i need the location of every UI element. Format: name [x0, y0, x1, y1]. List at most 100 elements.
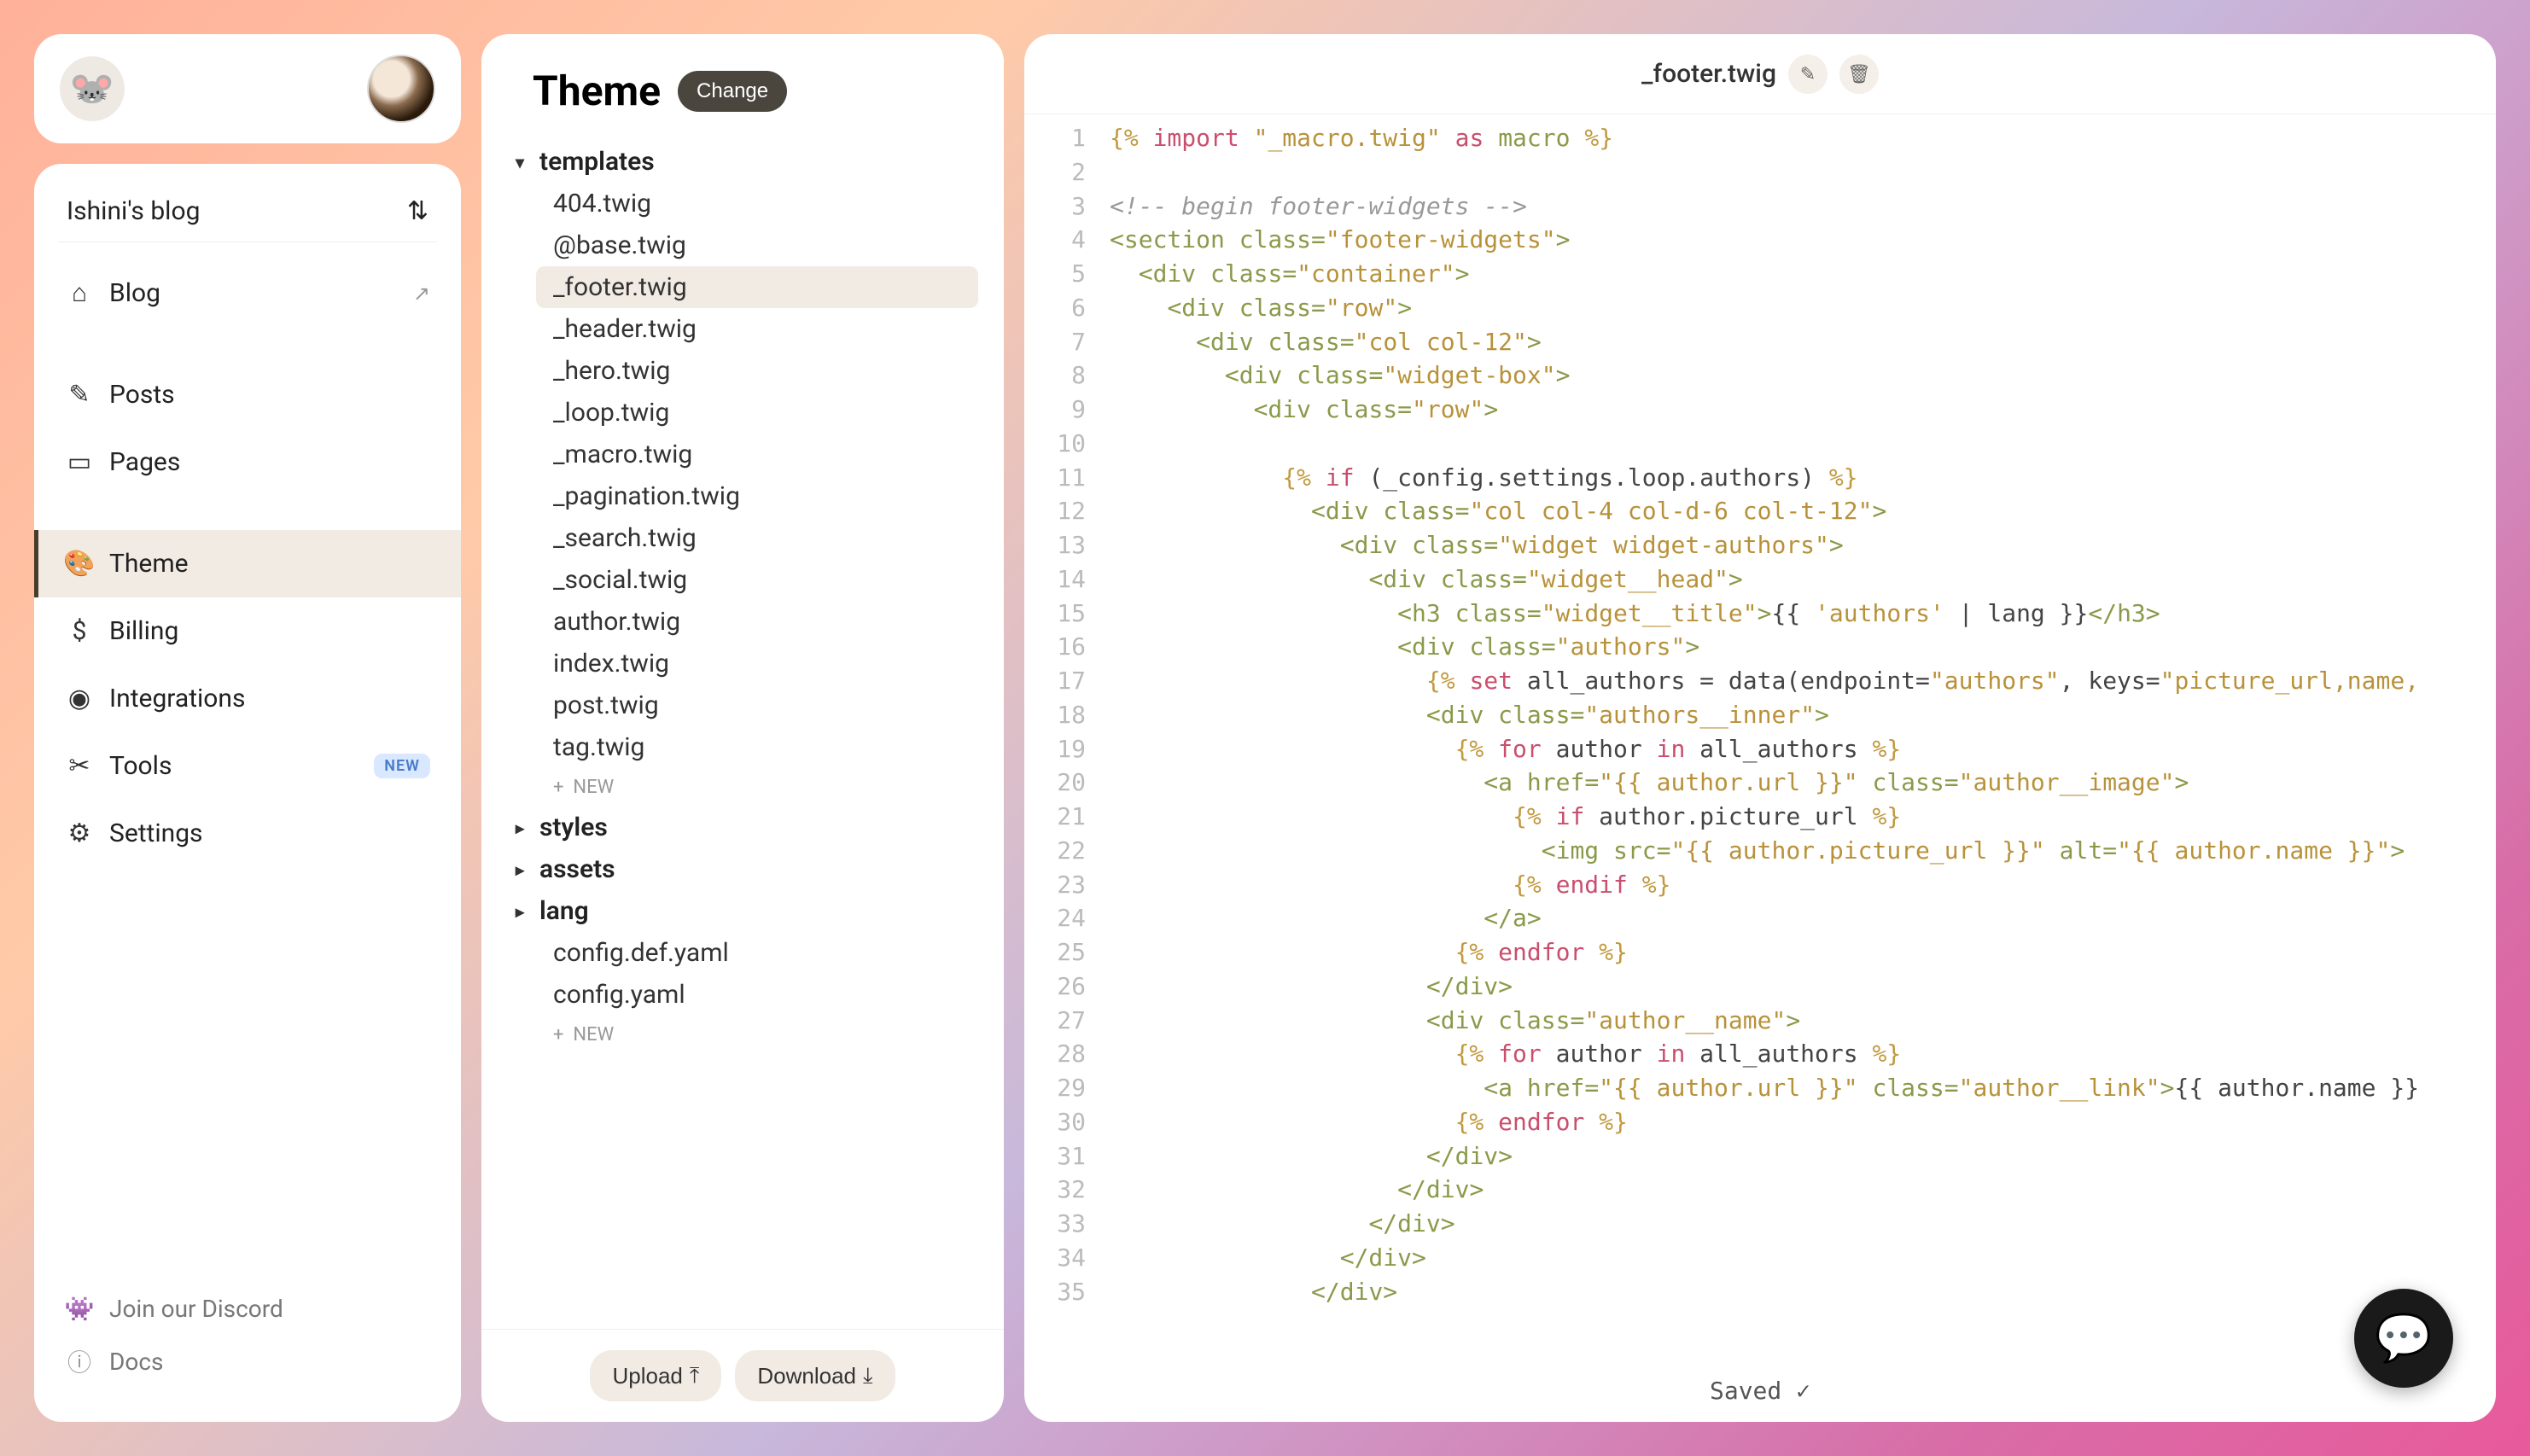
sidebar-item-label: Tools — [109, 751, 172, 781]
file-item[interactable]: _social.twig — [536, 559, 978, 601]
code-line: 33 </div> — [1024, 1207, 2496, 1241]
sidebar-item-label: Settings — [109, 818, 203, 848]
file-item[interactable]: post.twig — [536, 684, 978, 726]
folder-label: templates — [539, 147, 655, 177]
sidebar-item-billing[interactable]: $ Billing — [34, 597, 461, 665]
file-item[interactable]: _header.twig — [536, 308, 978, 350]
pencil-icon: ✎ — [1800, 63, 1816, 85]
file-item[interactable]: config.def.yaml — [536, 932, 978, 974]
file-item[interactable]: author.twig — [536, 601, 978, 643]
scissors-icon: ✂ — [65, 752, 94, 781]
code-line: 11 {% if (_config.settings.loop.authors)… — [1024, 461, 2496, 495]
sidebar-item-label: Theme — [109, 549, 189, 579]
info-icon: ⓘ — [65, 1347, 94, 1376]
code-line: 30 {% endfor %} — [1024, 1105, 2496, 1139]
file-item[interactable]: index.twig — [536, 643, 978, 684]
file-item[interactable]: _hero.twig — [536, 350, 978, 392]
sidebar-item-settings[interactable]: ⚙ Settings — [34, 800, 461, 867]
sidebar-item-docs[interactable]: ⓘ Docs — [65, 1335, 430, 1388]
file-item[interactable]: config.yaml — [536, 974, 978, 1016]
code-line: 12 <div class="col col-4 col-d-6 col-t-1… — [1024, 494, 2496, 528]
folder-label: assets — [539, 854, 615, 884]
code-line: 14 <div class="widget__head"> — [1024, 562, 2496, 597]
plug-icon: ◉ — [65, 684, 94, 713]
caret-right-icon: ▸ — [516, 818, 533, 838]
code-line: 1{% import "_macro.twig" as macro %} — [1024, 121, 2496, 155]
editor-filename: _footer.twig — [1641, 59, 1776, 89]
file-item[interactable]: _search.twig — [536, 517, 978, 559]
download-icon: ⤓ — [863, 1362, 873, 1389]
file-item[interactable]: @base.twig — [536, 224, 978, 266]
code-line: 16 <div class="authors"> — [1024, 630, 2496, 664]
rename-button[interactable]: ✎ — [1788, 55, 1828, 94]
code-line: 24 </a> — [1024, 901, 2496, 935]
blog-switcher[interactable]: Ishini's blog ⇅ — [58, 181, 437, 242]
check-icon: ✓ — [1796, 1377, 1810, 1405]
file-item[interactable]: _footer.twig — [536, 266, 978, 308]
chevron-updown-icon: ⇅ — [407, 196, 428, 226]
sidebar-item-label: Pages — [109, 447, 180, 477]
avatar[interactable] — [367, 55, 435, 123]
folder-styles[interactable]: ▸ styles — [507, 807, 978, 848]
sidebar-item-label: Posts — [109, 380, 175, 410]
file-item[interactable]: 404.twig — [536, 183, 978, 224]
sidebar-item-posts[interactable]: ✎ Posts — [34, 361, 461, 428]
code-line: 32 </div> — [1024, 1173, 2496, 1207]
code-line: 22 <img src="{{ author.picture_url }}" a… — [1024, 834, 2496, 868]
chat-fab[interactable]: 💬 — [2354, 1289, 2453, 1388]
upload-button[interactable]: Upload ⤒ — [590, 1350, 721, 1401]
code-line: 4<section class="footer-widgets"> — [1024, 223, 2496, 257]
code-line: 26 </div> — [1024, 970, 2496, 1004]
code-line: 9 <div class="row"> — [1024, 393, 2496, 427]
file-tree[interactable]: ▾ templates 404.twig@base.twig_footer.tw… — [481, 132, 1004, 1329]
sidebar-item-pages[interactable]: ▭ Pages — [34, 428, 461, 496]
code-line: 17 {% set all_authors = data(endpoint="a… — [1024, 664, 2496, 698]
sidebar-item-tools[interactable]: ✂ Tools NEW — [34, 732, 461, 800]
folder-lang[interactable]: ▸ lang — [507, 890, 978, 932]
palette-icon: 🎨 — [65, 550, 94, 579]
delete-button[interactable]: 🗑 — [1839, 55, 1879, 94]
folder-label: styles — [539, 812, 608, 842]
sidebar-item-theme[interactable]: 🎨 Theme — [34, 530, 461, 597]
code-line: 20 <a href="{{ author.url }}" class="aut… — [1024, 766, 2496, 800]
code-line: 2 — [1024, 155, 2496, 189]
external-link-icon: ↗ — [413, 282, 430, 306]
code-line: 7 <div class="col col-12"> — [1024, 325, 2496, 359]
file-item[interactable]: _loop.twig — [536, 392, 978, 434]
sidebar-item-discord[interactable]: 👾 Join our Discord — [65, 1282, 430, 1335]
sidebar-item-blog[interactable]: ⌂ Blog ↗ — [34, 259, 461, 327]
sidebar-item-label: Integrations — [109, 684, 245, 713]
sidebar-item-label: Billing — [109, 616, 178, 646]
code-line: 25 {% endfor %} — [1024, 935, 2496, 970]
sidebar-item-label: Join our Discord — [109, 1295, 283, 1323]
sidebar-item-label: Docs — [109, 1348, 163, 1376]
new-file-button[interactable]: + NEW — [536, 768, 978, 807]
code-line: 19 {% for author in all_authors %} — [1024, 732, 2496, 766]
file-item[interactable]: _pagination.twig — [536, 475, 978, 517]
page-icon: ▭ — [65, 448, 94, 477]
code-line: 6 <div class="row"> — [1024, 291, 2496, 325]
pencil-icon: ✎ — [65, 381, 94, 410]
folder-templates[interactable]: ▾ templates — [507, 141, 978, 183]
code-line: 28 {% for author in all_authors %} — [1024, 1037, 2496, 1071]
new-file-button[interactable]: + NEW — [536, 1016, 978, 1054]
sidebar-item-label: Blog — [109, 278, 160, 308]
code-line: 34 </div> — [1024, 1241, 2496, 1275]
code-line: 21 {% if author.picture_url %} — [1024, 800, 2496, 834]
download-button[interactable]: Download ⤓ — [735, 1350, 895, 1401]
code-line: 8 <div class="widget-box"> — [1024, 358, 2496, 393]
app-logo[interactable]: 🐭 — [60, 56, 125, 121]
sidebar-item-integrations[interactable]: ◉ Integrations — [34, 665, 461, 732]
code-line: 5 <div class="container"> — [1024, 257, 2496, 291]
file-item[interactable]: _macro.twig — [536, 434, 978, 475]
caret-right-icon: ▸ — [516, 859, 533, 880]
code-editor[interactable]: 1{% import "_macro.twig" as macro %}23<!… — [1024, 114, 2496, 1422]
folder-assets[interactable]: ▸ assets — [507, 848, 978, 890]
gear-icon: ⚙ — [65, 819, 94, 848]
change-theme-button[interactable]: Change — [678, 71, 787, 112]
home-icon: ⌂ — [65, 279, 94, 308]
code-line: 29 <a href="{{ author.url }}" class="aut… — [1024, 1071, 2496, 1105]
code-line: 3<!-- begin footer-widgets --> — [1024, 189, 2496, 224]
chat-icon: 💬 — [2375, 1312, 2432, 1366]
file-item[interactable]: tag.twig — [536, 726, 978, 768]
